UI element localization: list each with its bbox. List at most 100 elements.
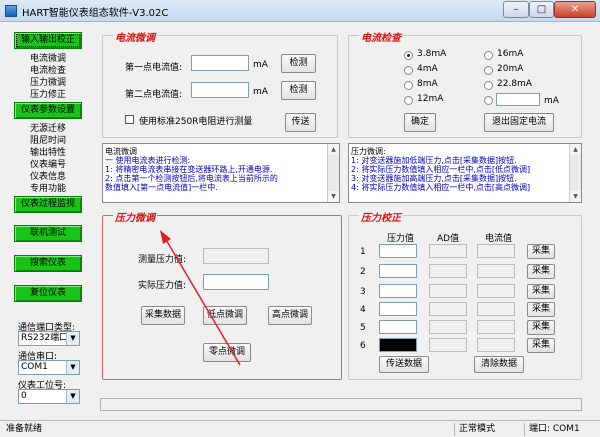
custom-current-input[interactable] [496, 93, 540, 106]
second-detect-button[interactable]: 检测 [281, 81, 316, 100]
pressure-trim-title: 压力微调 [113, 209, 157, 224]
nav-passive-migration[interactable]: 无源迁移 [30, 124, 66, 134]
first-detect-button[interactable]: 检测 [281, 54, 316, 73]
send-button[interactable]: 传送 [285, 113, 316, 132]
first-current-input[interactable] [191, 55, 249, 71]
io-calibration-button[interactable]: 输入输出校正 [14, 32, 82, 49]
radio-3-8ma[interactable] [404, 51, 413, 60]
zero-trim-button[interactable]: 零点微调 [203, 343, 251, 362]
reset-instrument-button[interactable]: 复位仪表 [14, 285, 82, 302]
row5-collect-button[interactable]: 采集 [527, 320, 555, 335]
second-current-input[interactable] [191, 82, 249, 98]
row2-ad-field [429, 264, 467, 278]
nav-output-characteristic[interactable]: 输出特性 [30, 148, 66, 158]
row-number: 2 [360, 267, 366, 277]
radio-20ma-label: 20mA [497, 64, 524, 74]
param-settings-button[interactable]: 仪表参数设置 [14, 102, 82, 119]
row1-collect-button[interactable]: 采集 [527, 244, 555, 259]
scroll-up-icon[interactable]: ▲ [328, 144, 339, 155]
first-current-label: 第一点电流值: [125, 63, 183, 73]
high-trim-button[interactable]: 高点微调 [268, 306, 312, 325]
online-test-button[interactable]: 联机测试 [14, 225, 82, 242]
row5-pressure-input[interactable] [379, 320, 417, 334]
process-monitor-button[interactable]: 仪表过程监视 [14, 196, 82, 213]
actual-pressure-input[interactable] [203, 274, 269, 290]
pressure-calibration-group: 压力校正 压力值 AD值 电流值 1 采集 2 采集 3 采集 4 采集 5 采… [348, 209, 582, 380]
use-250r-label: 使用标准250R电阻进行测量 [139, 117, 253, 127]
clear-data-button[interactable]: 清除数据 [474, 356, 524, 373]
confirm-button[interactable]: 确定 [404, 113, 436, 132]
current-help-memo[interactable]: 电流微调 一 使用电流表进行检测: 1: 将精密电流表串接在变送器环路上,开通电… [102, 143, 340, 203]
search-instrument-button[interactable]: 搜索仪表 [14, 255, 82, 272]
row-number: 3 [360, 287, 366, 297]
memo-line: 2: 将实际压力数值填入相应一栏中,点击[低点微调] [351, 165, 531, 174]
nav-current-check[interactable]: 电流检查 [30, 66, 66, 76]
row3-collect-button[interactable]: 采集 [527, 284, 555, 299]
status-mode: 正常模式 [454, 423, 524, 436]
radio-16ma-label: 16mA [497, 49, 524, 59]
row4-collect-button[interactable]: 采集 [527, 302, 555, 317]
collect-data-button[interactable]: 采集数据 [141, 306, 185, 325]
sidebar: 输入输出校正 电流微调 电流检查 压力微调 压力修正 仪表参数设置 无源迁移 阻… [14, 30, 84, 404]
scroll-down-icon[interactable]: ▼ [570, 191, 581, 202]
row6-current-field [477, 338, 515, 352]
memo-scrollbar[interactable]: ▲ ▼ [327, 144, 339, 202]
row3-pressure-input[interactable] [379, 284, 417, 298]
address-select[interactable]: 0 ▼ [18, 389, 80, 404]
progress-bar [100, 398, 582, 411]
radio-8ma[interactable] [404, 81, 413, 90]
radio-22-8ma-label: 22.8mA [497, 79, 532, 89]
nav-pressure-trim[interactable]: 压力微调 [30, 78, 66, 88]
maximize-button[interactable]: □ [529, 1, 554, 18]
nav-special-functions[interactable]: 专用功能 [30, 184, 66, 194]
measured-pressure-label: 测量压力值: [138, 255, 187, 265]
row2-current-field [477, 264, 515, 278]
use-250r-checkbox[interactable] [125, 115, 134, 124]
nav-damping-time[interactable]: 阻尼时间 [30, 136, 66, 146]
nav-current-trim[interactable]: 电流微调 [30, 54, 66, 64]
radio-custom[interactable] [484, 96, 493, 105]
port-type-select[interactable]: RS232端口 ▼ [18, 331, 80, 346]
low-trim-button[interactable]: 低点微调 [203, 306, 247, 325]
nav-instrument-number[interactable]: 仪表编号 [30, 160, 66, 170]
measured-pressure-field [203, 248, 269, 264]
first-current-unit: mA [253, 60, 268, 70]
row2-collect-button[interactable]: 采集 [527, 264, 555, 279]
radio-20ma[interactable] [484, 66, 493, 75]
nav-pressure-correct[interactable]: 压力修正 [30, 90, 66, 100]
port-select[interactable]: COM1 ▼ [18, 360, 80, 375]
row1-pressure-input[interactable] [379, 244, 417, 258]
radio-4ma[interactable] [404, 66, 413, 75]
status-bar: 准备就绪 正常模式 端口: COM1 [0, 420, 600, 437]
scroll-down-icon[interactable]: ▼ [328, 191, 339, 202]
row1-current-field [477, 244, 515, 258]
nav-instrument-info[interactable]: 仪表信息 [30, 172, 66, 182]
close-button[interactable]: ✕ [554, 1, 596, 18]
row4-current-field [477, 302, 515, 316]
row-number: 6 [360, 341, 366, 351]
memo-line: 1: 对变送器施加低端压力,点击[采集数据]按钮. [351, 156, 517, 165]
memo-line: 1: 将精密电流表串接在变送器环路上,开通电源. [105, 165, 273, 174]
row4-pressure-input[interactable] [379, 302, 417, 316]
col-pressure-header: 压力值 [387, 234, 415, 244]
memo-line: 2: 点击第一个检测按钮后,将电流表上当前所示的 [105, 174, 278, 183]
current-check-title: 电流检查 [359, 29, 403, 44]
send-data-button[interactable]: 传送数据 [379, 356, 429, 373]
row6-collect-button[interactable]: 采集 [527, 338, 555, 353]
memo-scrollbar[interactable]: ▲ ▼ [569, 144, 581, 202]
radio-22-8ma[interactable] [484, 81, 493, 90]
radio-12ma[interactable] [404, 96, 413, 105]
minimize-button[interactable]: – [503, 1, 529, 18]
pressure-help-memo[interactable]: 压力微调: 1: 对变送器施加低端压力,点击[采集数据]按钮. 2: 将实际压力… [348, 143, 582, 203]
memo-line: 一 使用电流表进行检测: [105, 156, 191, 165]
scroll-up-icon[interactable]: ▲ [570, 144, 581, 155]
memo-line: 4: 将实际压力数值填入相应一栏中,点击[高点微调] [351, 183, 531, 192]
row5-current-field [477, 320, 515, 334]
row2-pressure-input[interactable] [379, 264, 417, 278]
actual-pressure-label: 实际压力值: [138, 281, 187, 291]
pressure-trim-group: 压力微调 测量压力值: 实际压力值: 采集数据 低点微调 高点微调 零点微调 [102, 209, 342, 380]
radio-16ma[interactable] [484, 51, 493, 60]
exit-fixed-current-button[interactable]: 退出固定电流 [484, 113, 554, 132]
row6-pressure-input[interactable] [379, 338, 417, 352]
title-bar: HART智能仪表组态软件-V3.02C – □ ✕ [0, 0, 600, 22]
